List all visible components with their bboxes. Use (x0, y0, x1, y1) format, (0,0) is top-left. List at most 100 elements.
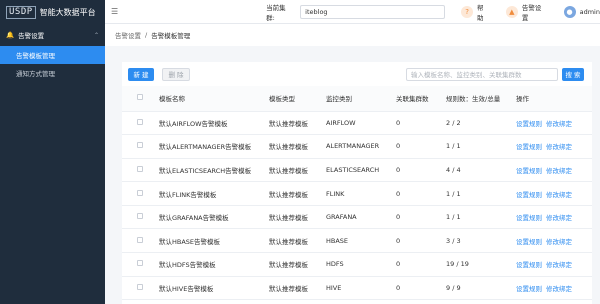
alert-settings-button[interactable]: ▲ 告警设置 (505, 2, 548, 22)
cell-monitor-category: HIVE (326, 276, 396, 301)
modify-binding-link[interactable]: 修改绑定 (546, 238, 572, 246)
help-button[interactable]: ? 帮助 (461, 2, 490, 22)
cell-monitor-category: GRAFANA (326, 205, 396, 230)
hamburger-icon[interactable]: ☰ (111, 7, 118, 16)
cell-monitor-category: HBASE (326, 228, 396, 254)
cell-cluster-count: 0 (396, 205, 446, 230)
cell-template-type: 默认推荐模板 (269, 181, 326, 206)
row-checkbox[interactable] (137, 213, 143, 220)
table-row: 默认GRAFANA告警模板 默认推荐模板 GRAFANA 0 1 / 1 设置规则 修改绑定 (122, 205, 592, 230)
breadcrumb: 告警设置 / 告警模板管理 (105, 24, 600, 46)
new-button[interactable]: 新 建 (128, 67, 154, 81)
row-checkbox[interactable] (137, 189, 143, 196)
set-rules-link[interactable]: 设置规则 (516, 191, 542, 199)
cell-rule-count: 1 / 1 (446, 205, 516, 230)
cell-template-name: 默认GRAFANA告警模板 (159, 205, 269, 230)
cell-template-name: 默认AIRFLOW告警模板 (159, 111, 269, 136)
cell-monitor-category: AIRFLOW (326, 111, 396, 136)
sidebar-item-template-management[interactable]: 告警模板管理 (0, 46, 105, 64)
cluster-label: 当前集群: (266, 3, 286, 22)
cell-template-name: 默认HIVE告警模板 (159, 276, 269, 301)
cluster-value: iteblog (305, 7, 328, 16)
sidebar-item-notification-methods[interactable]: 通知方式管理 (0, 64, 105, 82)
table-row: 默认HDFS告警模板 默认推荐模板 HDFS 0 19 / 19 设置规则 修改绑定 (122, 252, 592, 277)
template-table: 模板名称 模板类型 监控类别 关联集群数 规则数：生效/总量 操作 默认AIRF… (122, 86, 592, 301)
table-row: 默认HBASE告警模板 默认推荐模板 HBASE 0 3 / 3 设置规则 修改绑定 (122, 228, 592, 254)
cell-rule-count: 3 / 3 (446, 228, 516, 254)
modify-binding-link[interactable]: 修改绑定 (546, 285, 572, 293)
cell-monitor-category: ELASTICSEARCH (326, 158, 396, 183)
cluster-select[interactable]: iteblog (300, 4, 446, 19)
modify-binding-link[interactable]: 修改绑定 (546, 191, 572, 199)
row-checkbox[interactable] (137, 165, 143, 172)
topbar: ☰ 当前集群: iteblog ? 帮助 ▲ 告警设置 ● admin (105, 0, 600, 24)
cell-monitor-category: HDFS (326, 252, 396, 277)
toolbar: 新 建 删 除 输入模板名称、监控类别、关联集群数 搜 索 (122, 62, 592, 86)
modify-binding-link[interactable]: 修改绑定 (546, 120, 572, 128)
logo[interactable]: USDP 智能大数据平台 (0, 0, 105, 24)
chevron-up-icon: ⌃ (93, 31, 99, 39)
sidebar: USDP 智能大数据平台 🔔 告警设置 ⌃ 告警模板管理 通知方式管理 (0, 0, 105, 304)
header-rule-count: 规则数：生效/总量 (446, 86, 516, 112)
cell-rule-count: 1 / 1 (446, 134, 516, 159)
cell-cluster-count: 0 (396, 111, 446, 136)
cell-rule-count: 1 / 1 (446, 181, 516, 206)
cell-cluster-count: 0 (396, 158, 446, 183)
table-row: 默认FLINK告警模板 默认推荐模板 FLINK 0 1 / 1 设置规则 修改绑定 (122, 181, 592, 206)
modify-binding-link[interactable]: 修改绑定 (546, 167, 572, 175)
cell-cluster-count: 0 (396, 181, 446, 206)
set-rules-link[interactable]: 设置规则 (516, 120, 542, 128)
alert-settings-label: 告警设置 (521, 3, 542, 22)
table-row: 默认ELASTICSEARCH告警模板 默认推荐模板 ELASTICSEARCH 0 4… (122, 158, 592, 183)
template-panel: 新 建 删 除 输入模板名称、监控类别、关联集群数 搜 索 模板名称 模板类型 … (122, 62, 592, 304)
sidebar-item-label: 通知方式管理 (16, 70, 55, 78)
row-checkbox[interactable] (137, 236, 143, 243)
row-checkbox[interactable] (137, 118, 143, 125)
breadcrumb-root[interactable]: 告警设置 (115, 30, 141, 40)
header-monitor-category: 监控类别 (326, 86, 396, 112)
set-rules-link[interactable]: 设置规则 (516, 238, 542, 246)
modify-binding-link[interactable]: 修改绑定 (546, 143, 572, 151)
header-cluster-count: 关联集群数 (396, 86, 446, 112)
cell-monitor-category: ALERTMANAGER (326, 134, 396, 159)
modify-binding-link[interactable]: 修改绑定 (546, 261, 572, 269)
table-header-row: 模板名称 模板类型 监控类别 关联集群数 规则数：生效/总量 操作 (122, 86, 592, 112)
cell-cluster-count: 0 (396, 252, 446, 277)
cell-template-name: 默认HBASE告警模板 (159, 228, 269, 254)
select-all-checkbox[interactable] (137, 94, 143, 101)
modify-binding-link[interactable]: 修改绑定 (546, 214, 572, 222)
user-label: admin (579, 7, 600, 16)
row-checkbox[interactable] (137, 142, 143, 149)
cell-rule-count: 2 / 2 (446, 111, 516, 136)
cell-template-type: 默认推荐模板 (269, 228, 326, 254)
table-row: 默认AIRFLOW告警模板 默认推荐模板 AIRFLOW 0 2 / 2 设置规则 修改绑定 (122, 111, 592, 136)
set-rules-link[interactable]: 设置规则 (516, 261, 542, 269)
delete-button[interactable]: 删 除 (162, 67, 190, 81)
table-row: 默认HIVE告警模板 默认推荐模板 HIVE 0 9 / 9 设置规则 修改绑定 (122, 276, 592, 301)
cell-rule-count: 4 / 4 (446, 158, 516, 183)
help-label: 帮助 (477, 3, 484, 22)
set-rules-link[interactable]: 设置规则 (516, 143, 542, 151)
cell-template-name: 默认ELASTICSEARCH告警模板 (159, 158, 269, 183)
set-rules-link[interactable]: 设置规则 (516, 285, 542, 293)
app-title: 智能大数据平台 (39, 7, 96, 17)
cell-cluster-count: 0 (396, 134, 446, 159)
set-rules-link[interactable]: 设置规则 (516, 214, 542, 222)
set-rules-link[interactable]: 设置规则 (516, 167, 542, 175)
cell-template-name: 默认FLINK告警模板 (159, 181, 269, 206)
bell-icon: 🔔 (6, 31, 15, 39)
row-checkbox[interactable] (137, 260, 143, 267)
search-button[interactable]: 搜 索 (562, 67, 584, 81)
sidebar-group-alert-settings[interactable]: 🔔 告警设置 ⌃ (0, 24, 105, 46)
sidebar-item-label: 告警模板管理 (16, 52, 55, 60)
row-checkbox[interactable] (137, 283, 143, 290)
cell-template-name: 默认ALERTMANAGER告警模板 (159, 134, 269, 159)
cell-template-type: 默认推荐模板 (269, 111, 326, 136)
header-template-type: 模板类型 (269, 86, 326, 112)
cell-template-name: 默认HDFS告警模板 (159, 252, 269, 277)
cell-template-type: 默认推荐模板 (269, 252, 326, 277)
user-menu[interactable]: ● admin (563, 5, 600, 18)
user-avatar-icon: ● (563, 5, 576, 18)
search-input[interactable]: 输入模板名称、监控类别、关联集群数 (406, 67, 558, 81)
header-template-name: 模板名称 (159, 86, 269, 112)
